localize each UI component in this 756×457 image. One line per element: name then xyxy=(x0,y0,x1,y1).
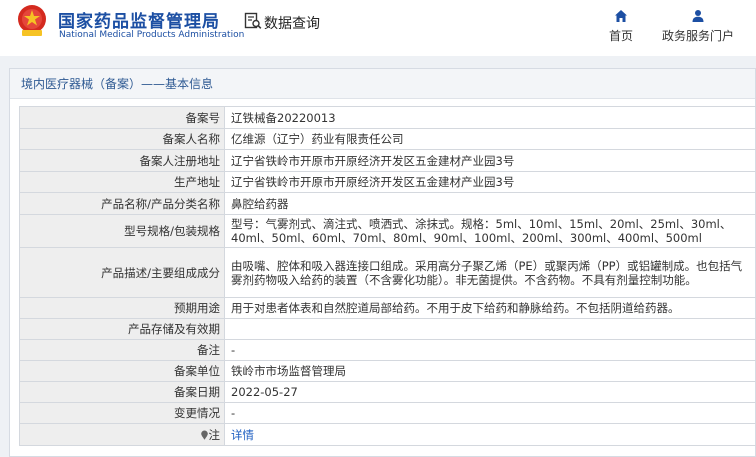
table-row: 注 详情 xyxy=(19,423,756,446)
row-label: 备案号 xyxy=(19,106,225,129)
row-value: 辽铁械备20220013 xyxy=(224,106,756,129)
table-row: 产品描述/主要组成成分 由吸嘴、腔体和吸入器连接口组成。采用高分子聚乙烯（PE）… xyxy=(19,247,756,298)
site-header: 国家药品监督管理局 National Medical Products Admi… xyxy=(0,0,756,56)
table-row: 备注 - xyxy=(19,339,756,361)
record-table: 备案号 辽铁械备20220013 备案人名称 亿维源（辽宁）药业有限责任公司 备… xyxy=(19,106,756,446)
row-label: 预期用途 xyxy=(19,297,225,319)
detail-link[interactable]: 详情 xyxy=(231,428,254,442)
row-label: 生产地址 xyxy=(19,171,225,193)
row-value: 铁岭市市场监督管理局 xyxy=(224,360,756,382)
table-row: 变更情况 - xyxy=(19,402,756,424)
row-value: 由吸嘴、腔体和吸入器连接口组成。采用高分子聚乙烯（PE）或聚丙烯（PP）或铝罐制… xyxy=(224,247,756,298)
pin-icon xyxy=(200,430,208,440)
user-icon xyxy=(692,10,704,22)
data-query-link[interactable]: 数据查询 xyxy=(264,13,320,33)
home-icon xyxy=(615,10,627,22)
row-value xyxy=(224,318,756,340)
brand-title[interactable]: 国家药品监督管理局 xyxy=(58,7,220,32)
row-value: 辽宁省铁岭市开原市开原经济开发区五金建材产业园3号 xyxy=(224,149,756,172)
row-label: 备案人注册地址 xyxy=(19,149,225,172)
detail-panel: 境内医疗器械（备案）——基本信息 备案号 辽铁械备20220013 备案人名称 … xyxy=(9,68,756,457)
row-label: 注 xyxy=(208,427,221,442)
row-value: 亿维源（辽宁）药业有限责任公司 xyxy=(224,128,756,150)
brand-subtitle: National Medical Products Administration xyxy=(59,30,245,40)
row-value: 2022-05-27 xyxy=(224,381,756,403)
row-label: 备案人名称 xyxy=(19,128,225,150)
nav-service-portal[interactable]: 政务服务门户 xyxy=(656,9,740,44)
row-value: 辽宁省铁岭市开原市开原经济开发区五金建材产业园3号 xyxy=(224,171,756,193)
table-row: 产品名称/产品分类名称 鼻腔给药器 xyxy=(19,192,756,215)
row-label-note: 注 xyxy=(19,423,225,446)
row-value: - xyxy=(224,339,756,361)
row-label: 备案日期 xyxy=(19,381,225,403)
row-label: 产品描述/主要组成成分 xyxy=(19,247,225,298)
row-label: 产品存储及有效期 xyxy=(19,318,225,340)
table-row: 备案日期 2022-05-27 xyxy=(19,381,756,403)
nav-home-label: 首页 xyxy=(608,29,633,43)
data-query-icon[interactable] xyxy=(244,12,262,30)
table-row: 备案单位 铁岭市市场监督管理局 xyxy=(19,360,756,382)
table-row: 产品存储及有效期 xyxy=(19,318,756,340)
row-label: 产品名称/产品分类名称 xyxy=(19,192,225,215)
nav-home[interactable]: 首页 xyxy=(600,9,642,44)
table-row: 型号规格/包装规格 型号：气雾剂式、滴注式、喷洒式、涂抹式。规格：5ml、10m… xyxy=(19,214,756,248)
table-row: 备案号 辽铁械备20220013 xyxy=(19,106,756,129)
row-value: 详情 xyxy=(224,423,756,446)
breadcrumb: 境内医疗器械（备案）——基本信息 xyxy=(10,69,755,99)
table-row: 备案人注册地址 辽宁省铁岭市开原市开原经济开发区五金建材产业园3号 xyxy=(19,149,756,172)
row-label: 变更情况 xyxy=(19,402,225,424)
table-row: 预期用途 用于对患者体表和自然腔道局部给药。不用于皮下给药和静脉给药。不包括阴道… xyxy=(19,297,756,319)
row-label: 备注 xyxy=(19,339,225,361)
table-row: 生产地址 辽宁省铁岭市开原市开原经济开发区五金建材产业园3号 xyxy=(19,171,756,193)
row-value: - xyxy=(224,402,756,424)
table-row: 备案人名称 亿维源（辽宁）药业有限责任公司 xyxy=(19,128,756,150)
row-value: 用于对患者体表和自然腔道局部给药。不用于皮下给药和静脉给药。不包括阴道给药器。 xyxy=(224,297,756,319)
national-emblem-icon xyxy=(18,5,46,36)
nav-portal-label: 政务服务门户 xyxy=(661,29,734,43)
row-value: 型号：气雾剂式、滴注式、喷洒式、涂抹式。规格：5ml、10ml、15ml、20m… xyxy=(224,214,756,248)
row-label: 备案单位 xyxy=(19,360,225,382)
row-label: 型号规格/包装规格 xyxy=(19,214,225,248)
row-value: 鼻腔给药器 xyxy=(224,192,756,215)
